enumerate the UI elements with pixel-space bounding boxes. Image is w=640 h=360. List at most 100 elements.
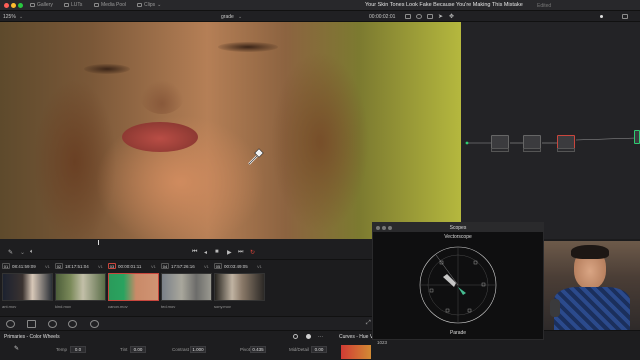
clip-track-01: V1 (45, 264, 50, 269)
mid-detail-field[interactable]: 0.00 (311, 346, 327, 353)
chevron-down-icon: ⌄ (157, 2, 162, 8)
clip-thumbnail-03[interactable] (108, 273, 159, 301)
stop-button[interactable]: ■ (215, 249, 219, 255)
temp-label: Temp (56, 347, 68, 352)
viewer-toolbar: 125% ⌄ grade ⌄ 00:00:02:01 ➤ ✥ (0, 11, 640, 22)
close-window-button[interactable] (4, 3, 9, 8)
zoom-window-button[interactable] (18, 3, 23, 8)
pivot-field[interactable]: 0.435 (250, 346, 266, 353)
color-warper-icon[interactable] (6, 320, 15, 328)
node-output[interactable] (634, 130, 640, 144)
palette-toolbar: ⤢ (0, 316, 372, 330)
tab-gallery[interactable]: Gallery (30, 2, 53, 8)
viewer-mode-icon[interactable] (405, 14, 411, 19)
more-options-icon[interactable]: ··· (318, 334, 323, 340)
parade-scale-top: 1023 (377, 340, 388, 345)
clip-header-02: 02 18:17:51:04 (55, 263, 89, 269)
skip-start-button[interactable]: ⏮︎ (192, 249, 197, 256)
microphone (550, 299, 560, 317)
crosshair-icon[interactable]: ✥ (449, 13, 455, 20)
node-01[interactable] (491, 135, 509, 149)
audio-icon[interactable]: 🔈︎ (30, 249, 34, 256)
vectorscope-graph (419, 246, 497, 324)
tint-field[interactable]: 0.00 (130, 346, 146, 353)
node-01-controls (491, 148, 509, 152)
tab-media-pool[interactable]: Media Pool (94, 2, 126, 8)
gallery-icon (30, 3, 35, 7)
webcam-overlay (544, 241, 640, 330)
clip-thumbnail-04[interactable] (161, 273, 212, 301)
scopes-window: Scopes Vectorscope Parade 1023 (372, 222, 544, 345)
clip-name-02: kind.mov (55, 304, 72, 309)
scopes-title: Scopes (449, 224, 467, 231)
step-back-button[interactable]: ◂ (204, 249, 207, 256)
node-02-controls (523, 148, 541, 152)
clip-chevron-icon[interactable]: ⌄ (238, 14, 242, 20)
clip-track-04: V1 (204, 264, 209, 269)
node-options-icon[interactable] (600, 15, 603, 18)
parade-selector[interactable]: Parade (373, 330, 543, 336)
edited-status: Edited (537, 2, 552, 9)
picker-icon[interactable]: ✎ (14, 345, 19, 352)
hue-curve-preview[interactable] (341, 345, 371, 359)
clip-thumbnail-02[interactable] (55, 273, 106, 301)
face-nose (140, 80, 184, 114)
video-title: Your Skin Tones Look Fake Because You're… (365, 2, 523, 8)
window-icon[interactable] (48, 320, 57, 328)
eyedropper-icon (248, 148, 264, 165)
skip-end-button[interactable]: ⏭︎ (238, 249, 243, 256)
clip-header-04: 04 17:57:26:16 (161, 263, 195, 269)
node-03-selected[interactable] (557, 135, 575, 149)
magic-mask-icon[interactable] (90, 320, 99, 328)
node-03-controls (557, 148, 575, 152)
tracker-icon[interactable] (68, 320, 77, 328)
temp-field[interactable]: 0.0 (70, 346, 86, 353)
presenter-hair (571, 245, 609, 259)
node-02[interactable] (523, 135, 541, 149)
zoom-level[interactable]: 125% (3, 14, 16, 20)
scrub-bar[interactable] (0, 239, 372, 246)
primaries-panel: Primaries - Color Wheels ··· Curves - Hu… (0, 330, 640, 360)
clip-thumbnail-01[interactable] (2, 273, 53, 301)
playhead[interactable] (98, 240, 99, 245)
chevron-down-icon[interactable]: ⌄ (20, 249, 25, 256)
top-bar: Gallery LUTs Media Pool Clips ⌄ Your Ski… (0, 0, 640, 11)
pen-icon[interactable]: ✎ (8, 249, 13, 256)
reset-icon[interactable] (293, 334, 298, 339)
scope-type-selector[interactable]: Vectorscope (373, 234, 543, 240)
zoom-chevron-icon[interactable]: ⌄ (19, 14, 23, 20)
options-icon[interactable] (306, 334, 311, 339)
transport-controls: ✎ ⌄ 🔈︎ ⏮︎ ◂ ■ ▶ ⏭︎ ↻ (0, 246, 372, 260)
minimize-window-button[interactable] (11, 3, 16, 8)
clip-header-01: 01 08:41:59:09 (2, 263, 36, 269)
media-pool-icon (94, 3, 99, 7)
face-right-eye (218, 42, 278, 52)
clip-track-02: V1 (98, 264, 103, 269)
node-editor[interactable] (461, 22, 640, 239)
clip-name-04: ted.mov (161, 304, 176, 309)
clip-header-05: 05 00:03:49:05 (214, 263, 248, 269)
clip-thumbnail-05[interactable] (214, 273, 265, 301)
clips-icon (137, 3, 142, 7)
pointer-icon[interactable]: ➤ (438, 13, 444, 20)
split-screen-icon[interactable] (427, 14, 433, 19)
clip-name-03: canon.mov (108, 304, 128, 309)
clip-name-05: sony.mov (214, 304, 231, 309)
node-editor-menu-icon[interactable] (622, 14, 628, 19)
clip-track-05: V1 (257, 264, 262, 269)
contrast-field[interactable]: 1.000 (190, 346, 206, 353)
qualifier-icon[interactable] (27, 320, 36, 328)
scopes-header: Scopes (373, 223, 543, 232)
luts-icon (64, 3, 69, 7)
face-lips (122, 122, 198, 152)
loop-button[interactable]: ↻ (250, 249, 255, 256)
play-button[interactable]: ▶ (227, 249, 232, 256)
tab-luts[interactable]: LUTs (64, 2, 82, 8)
tab-clips[interactable]: Clips ⌄ (137, 2, 161, 8)
curves-title: Curves - Hue Vs (339, 334, 376, 340)
clip-name: grade (221, 14, 234, 20)
clip-header-03: 03 00:00:01:11 (108, 263, 142, 269)
viewer-image[interactable] (0, 22, 461, 239)
resize-handle-icon[interactable]: ⤢ (366, 320, 371, 328)
highlight-icon[interactable] (416, 14, 422, 19)
